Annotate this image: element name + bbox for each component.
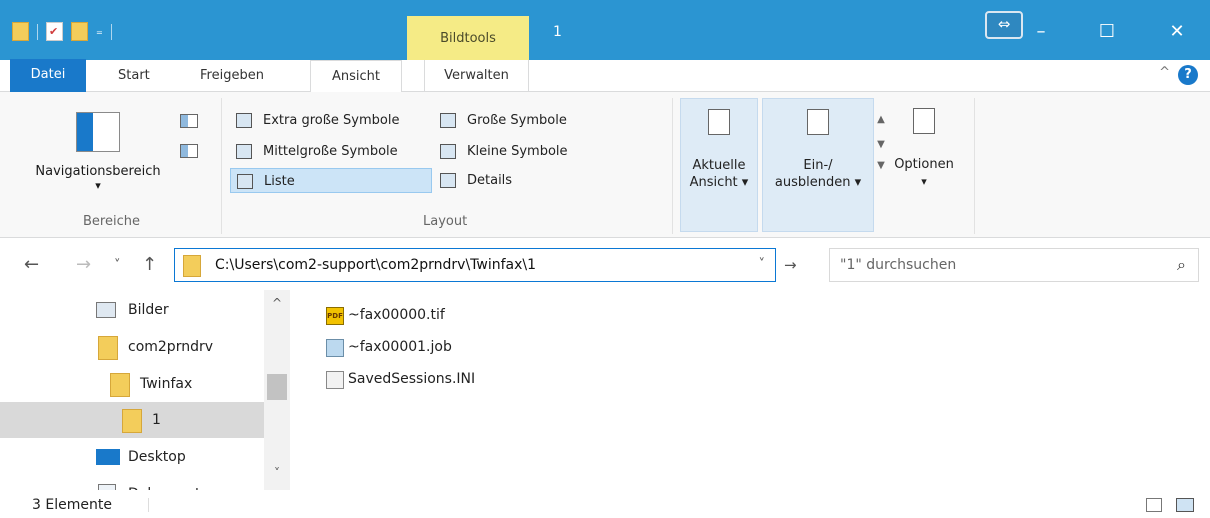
list-item[interactable]: PDF ~fax00000.tif: [320, 300, 445, 330]
medium-icons-icon: [236, 144, 252, 159]
scroll-down-icon[interactable]: ˅: [264, 466, 290, 480]
folder-icon: [110, 373, 130, 397]
tree-item-1[interactable]: 1: [0, 402, 264, 438]
options-label: Optionen: [894, 157, 954, 172]
divider: [148, 498, 149, 512]
status-bar: 3 Elemente: [0, 492, 1210, 518]
navigation-pane-icon: [76, 112, 120, 152]
search-icon[interactable]: ⌕: [1177, 249, 1186, 281]
bildtools-context-tab: Bildtools: [407, 16, 529, 60]
scrollbar-thumb[interactable]: [267, 374, 287, 400]
chevron-down-icon: ▾: [95, 179, 101, 192]
folder-icon[interactable]: [12, 22, 29, 41]
list-icon: [237, 174, 253, 189]
up-button[interactable]: ↑: [142, 254, 157, 275]
ribbon-tabs: Datei Start Freigeben Ansicht Verwalten: [0, 59, 1210, 93]
tree-item-com2prndrv[interactable]: com2prndrv: [0, 329, 264, 365]
layout-list[interactable]: Liste: [230, 168, 432, 193]
desktop-icon: [96, 449, 120, 465]
large-icons-view-icon[interactable]: [1176, 498, 1194, 512]
search-input[interactable]: "1" durchsuchen ⌕: [829, 248, 1199, 282]
show-hide-label: Ein-/: [803, 158, 833, 173]
extra-large-icons-icon: [236, 113, 252, 128]
current-view-label-2: Ansicht ▾: [689, 175, 749, 190]
back-button[interactable]: ←: [24, 254, 39, 275]
recent-locations-button[interactable]: ˅: [114, 258, 121, 273]
address-path: C:\Users\com2-support\com2prndrv\Twinfax…: [215, 257, 537, 273]
preview-pane-icon[interactable]: [180, 114, 198, 128]
new-folder-icon[interactable]: [71, 22, 88, 41]
chevron-down-icon: ▾: [921, 175, 927, 188]
tree-item-desktop[interactable]: Desktop: [0, 439, 264, 475]
details-view-icon[interactable]: [1146, 498, 1162, 512]
maximize-button[interactable]: ☐: [1084, 12, 1130, 52]
address-row: ← → ˅ ↑ C:\Users\com2-support\com2prndrv…: [0, 238, 1210, 290]
tab-datei[interactable]: Datei: [10, 59, 86, 92]
show-hide-icon: [807, 109, 829, 135]
divider: [672, 98, 673, 234]
layout-extra-large-icons[interactable]: Extra große Symbole: [230, 108, 440, 133]
list-item[interactable]: SavedSessions.INI: [320, 364, 475, 394]
sort-icon: [708, 109, 730, 135]
layout-large-icons[interactable]: Große Symbole: [434, 108, 644, 133]
properties-icon[interactable]: ✔: [46, 22, 63, 41]
navigation-pane-label: Navigationsbereich: [35, 164, 161, 179]
divider: [110, 23, 112, 40]
divider: [221, 98, 222, 234]
tab-start[interactable]: Start: [114, 60, 154, 92]
details-pane-icon[interactable]: [180, 144, 198, 158]
divider: [974, 98, 975, 234]
minimize-button[interactable]: –: [1018, 12, 1064, 52]
options-button[interactable]: Optionen ▾: [880, 98, 968, 232]
search-placeholder: "1" durchsuchen: [840, 257, 957, 273]
item-count: 3 Elemente: [32, 497, 112, 513]
current-view-label: Aktuelle: [692, 158, 746, 173]
group-label-bereiche: Bereiche: [83, 214, 140, 229]
navigation-tree: Bilder com2prndrv Twinfax 1 Desktop Doku…: [0, 290, 290, 490]
divider: [37, 23, 38, 40]
tree-item-twinfax[interactable]: Twinfax: [0, 366, 264, 402]
show-hide-button[interactable]: Ein-/ ausblenden ▾: [762, 98, 874, 232]
folder-icon: [183, 255, 201, 277]
tab-verwalten[interactable]: Verwalten: [424, 60, 529, 92]
tree-item-bilder[interactable]: Bilder: [0, 292, 264, 328]
settings-file-icon: [326, 371, 344, 389]
options-icon: [913, 108, 935, 134]
group-label-layout: Layout: [423, 214, 468, 229]
go-button[interactable]: →: [784, 256, 797, 274]
layout-medium-icons[interactable]: Mittelgroße Symbole: [230, 139, 440, 164]
quick-access-toolbar: ✔ ₌: [12, 22, 112, 41]
small-icons-icon: [440, 144, 456, 159]
tab-freigeben[interactable]: Freigeben: [196, 60, 268, 92]
ribbon: Navigationsbereich ▾ Bereiche Extra groß…: [0, 92, 1210, 238]
layout-gallery: Extra große Symbole Große Symbole Mittel…: [230, 106, 885, 204]
current-view-button[interactable]: Aktuelle Ansicht ▾: [680, 98, 758, 232]
help-icon[interactable]: ?: [1178, 65, 1198, 85]
folder-icon: [98, 336, 118, 360]
show-hide-label-2: ausblenden ▾: [774, 175, 862, 190]
title-bar: ✔ ₌ Bildtools 1 ⇔ – ☐ ✕: [0, 0, 1210, 60]
scroll-up-icon[interactable]: ^: [264, 296, 290, 310]
tab-ansicht[interactable]: Ansicht: [310, 60, 402, 93]
address-bar[interactable]: C:\Users\com2-support\com2prndrv\Twinfax…: [174, 248, 776, 282]
list-item[interactable]: ~fax00001.job: [320, 332, 452, 362]
customize-qat-icon[interactable]: ₌: [96, 24, 103, 39]
tree-item-dokumente[interactable]: Dokumente: [0, 476, 264, 490]
close-button[interactable]: ✕: [1154, 12, 1200, 52]
folder-icon: [122, 409, 142, 433]
documents-icon: [98, 484, 116, 490]
pdf-file-icon: PDF: [326, 307, 344, 325]
address-dropdown-icon[interactable]: ˅: [759, 249, 766, 281]
collapse-ribbon-icon[interactable]: ^: [1159, 65, 1170, 80]
details-icon: [440, 173, 456, 188]
window-title: 1: [553, 24, 562, 40]
layout-details[interactable]: Details: [434, 168, 644, 193]
layout-small-icons[interactable]: Kleine Symbole: [434, 139, 644, 164]
forward-button[interactable]: →: [76, 254, 91, 275]
large-icons-icon: [440, 113, 456, 128]
pictures-icon: [96, 302, 116, 318]
job-file-icon: [326, 339, 344, 357]
navigation-pane-button[interactable]: Navigationsbereich ▾: [18, 104, 178, 192]
